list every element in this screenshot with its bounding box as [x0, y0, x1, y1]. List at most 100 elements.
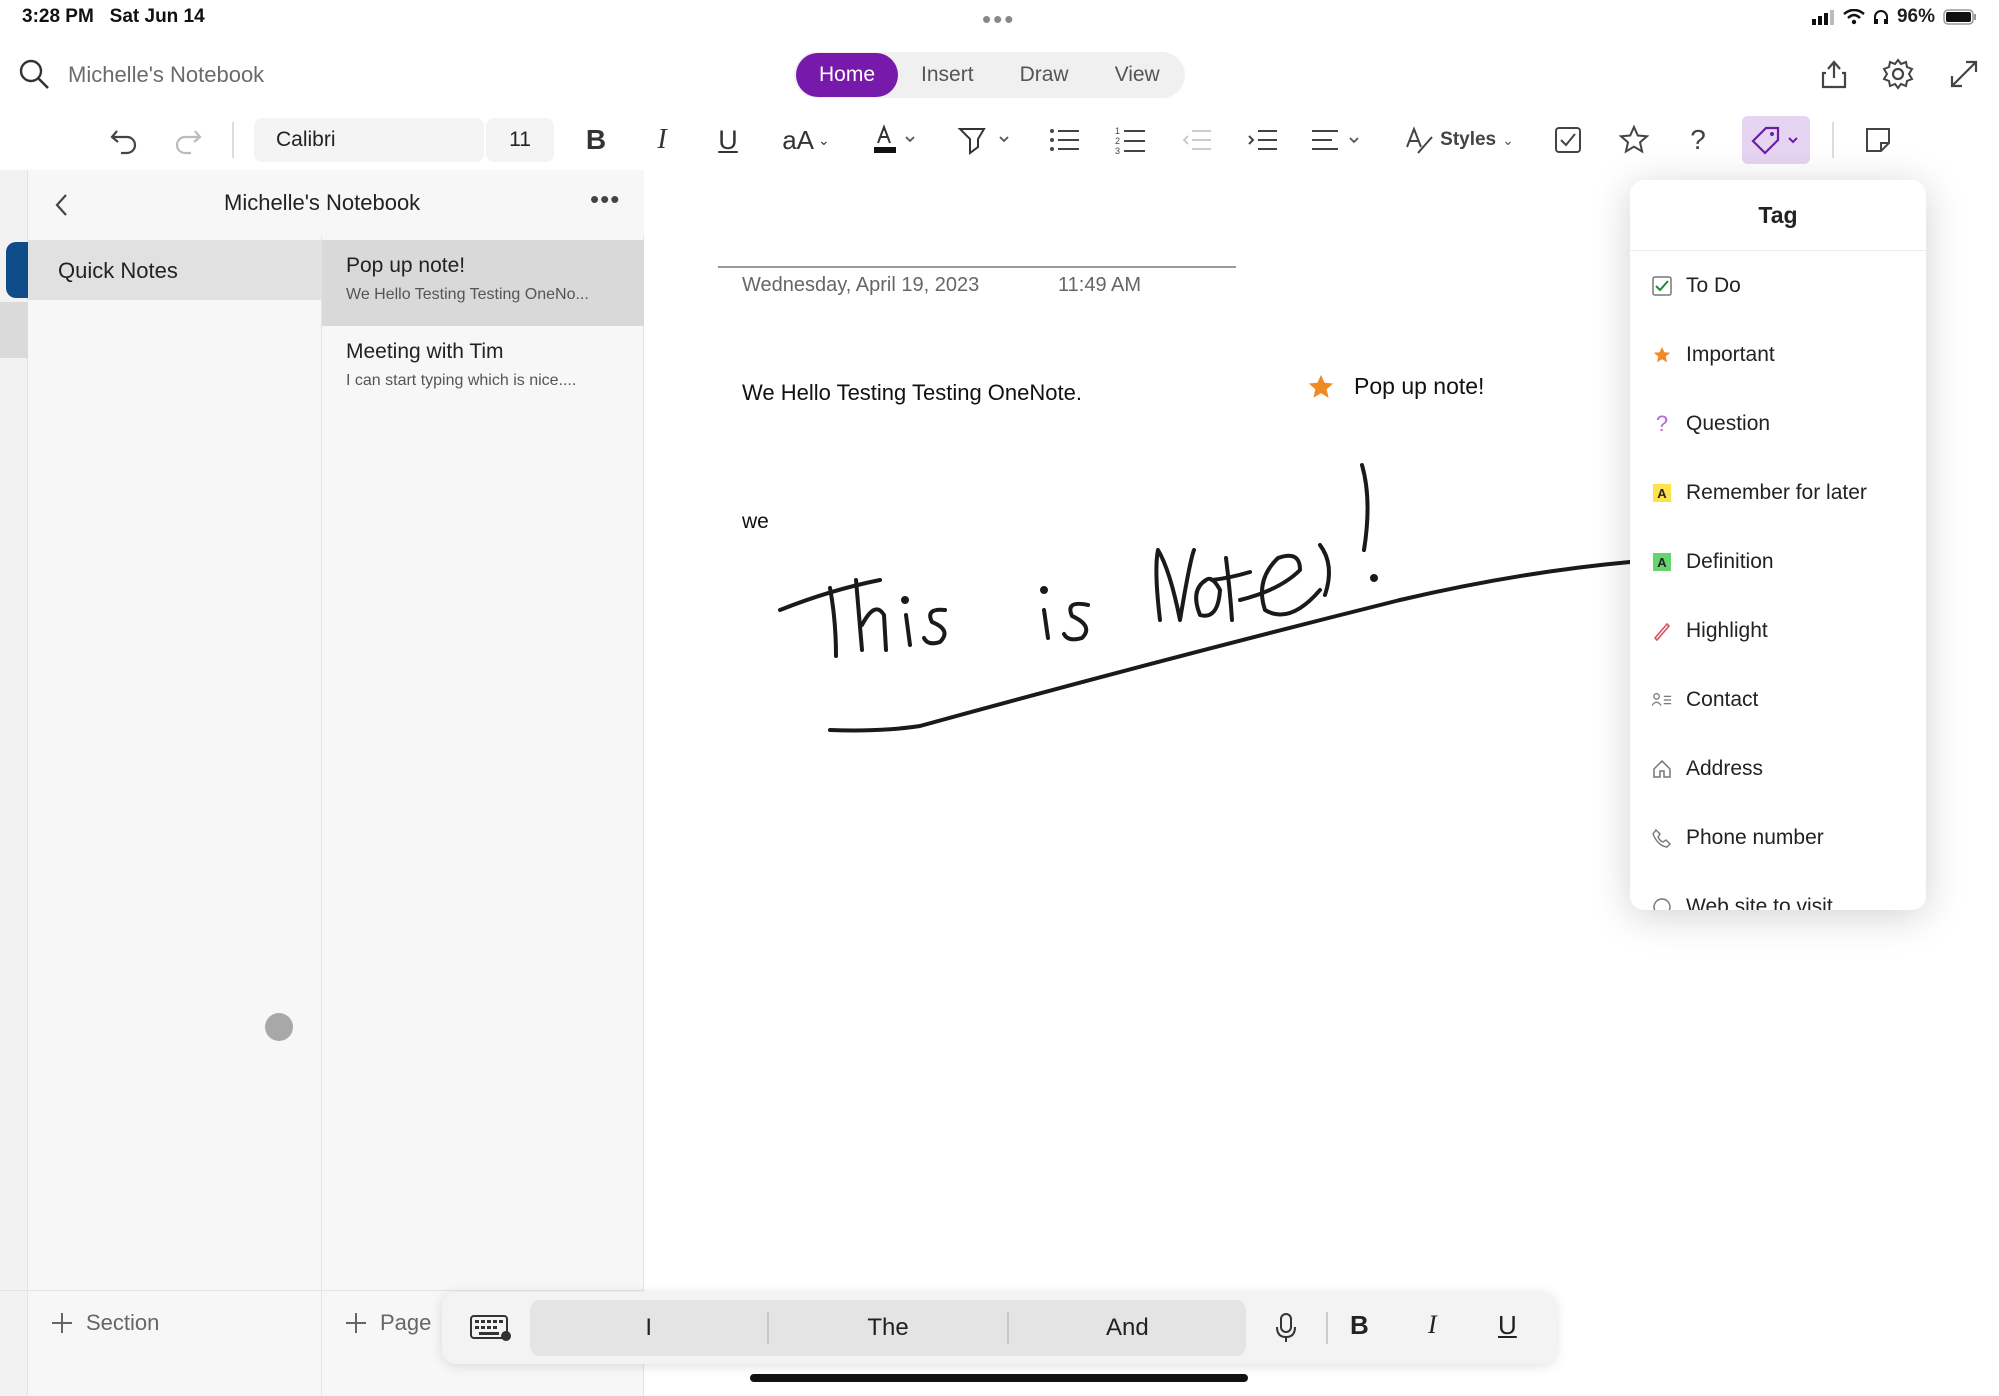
font-color-icon[interactable] — [866, 116, 926, 164]
sticky-note-icon[interactable] — [1858, 116, 1898, 164]
svg-text:1: 1 — [1115, 126, 1120, 136]
wifi-icon — [1843, 9, 1865, 25]
svg-text:2: 2 — [1115, 136, 1120, 146]
ribbon-toolbar: Calibri 11 B I U aA ⌄ 123 Styles ⌄ ? — [0, 110, 1999, 170]
underline-icon[interactable]: U — [710, 116, 746, 164]
tag-item-important[interactable]: Important — [1630, 325, 1926, 385]
tag-dropdown: Tag To Do Important ? Question A Remembe… — [1630, 180, 1926, 910]
font-name-field[interactable]: Calibri — [254, 118, 484, 162]
status-indicators: 96% — [1811, 6, 1977, 28]
tab-insert[interactable]: Insert — [898, 53, 997, 97]
tag-item-highlight[interactable]: Highlight — [1630, 601, 1926, 661]
scroll-handle[interactable] — [265, 1013, 293, 1041]
font-size-case-icon[interactable]: aA ⌄ — [776, 116, 836, 164]
popup-note-text[interactable]: Pop up note! — [1354, 373, 1484, 400]
home-indicator[interactable] — [750, 1374, 1248, 1382]
tag-button[interactable] — [1742, 116, 1810, 164]
tab-home[interactable]: Home — [796, 53, 899, 97]
settings-gear-icon[interactable] — [1882, 58, 1914, 90]
page-item-pop-up-note[interactable]: Pop up note! We Hello Testing Testing On… — [322, 240, 644, 326]
tag-item-label: Definition — [1686, 550, 1774, 573]
status-bar: 3:28 PM Sat Jun 14 ••• 96% — [0, 0, 1999, 36]
tag-title-divider — [1630, 250, 1926, 251]
svg-text:3: 3 — [1115, 146, 1120, 156]
plus-icon — [52, 1313, 72, 1333]
page-item-meeting-with-tim[interactable]: Meeting with Tim I can start typing whic… — [322, 326, 644, 412]
signal-icon — [1811, 10, 1834, 25]
tag-dropdown-title: Tag — [1758, 202, 1798, 228]
page-title: Pop up note! — [346, 254, 466, 277]
add-section-button[interactable]: Section — [50, 1310, 159, 1336]
suggestion-item[interactable]: The — [769, 1312, 1009, 1344]
tab-draw[interactable]: Draw — [997, 53, 1092, 97]
redo-icon[interactable] — [168, 116, 208, 164]
contact-icon — [1652, 689, 1672, 711]
suggestion-item[interactable]: I — [530, 1312, 770, 1344]
tag-item-definition[interactable]: A Definition — [1630, 532, 1926, 592]
multitasking-dots[interactable]: ••• — [982, 4, 1015, 35]
tag-item-address[interactable]: Address — [1630, 739, 1926, 799]
numbered-list-icon[interactable]: 123 — [1110, 116, 1150, 164]
tag-item-phone-number[interactable]: Phone number — [1630, 808, 1926, 868]
styles-button[interactable]: Styles ⌄ — [1400, 116, 1518, 164]
status-time: 3:28 PM Sat Jun 14 — [22, 6, 205, 27]
home-icon — [1652, 758, 1672, 780]
tag-item-contact[interactable]: Contact — [1630, 670, 1926, 730]
note-text-block[interactable]: We Hello Testing Testing OneNote. — [742, 380, 1082, 406]
bold-icon[interactable]: B — [578, 116, 614, 164]
ribbon-tabs: Home Insert Draw View — [794, 52, 1185, 98]
tag-item-label: Question — [1686, 412, 1771, 435]
kbd-bold-button[interactable]: B — [1350, 1310, 1369, 1341]
highlighter-icon[interactable] — [954, 116, 1014, 164]
tab-view[interactable]: View — [1092, 53, 1183, 97]
star-icon[interactable] — [1614, 116, 1654, 164]
section-item-quick-notes[interactable]: Quick Notes — [28, 240, 322, 300]
expand-icon[interactable] — [1948, 58, 1980, 90]
kbd-underline-button[interactable]: U — [1498, 1310, 1517, 1341]
add-page-button[interactable]: Page — [344, 1310, 431, 1336]
star-icon — [1652, 344, 1672, 366]
tag-item-remember-for-later[interactable]: A Remember for later — [1630, 463, 1926, 523]
handwritten-ink-drawing[interactable] — [760, 450, 1640, 750]
microphone-icon[interactable] — [1274, 1312, 1298, 1344]
ribbon-divider — [232, 122, 234, 158]
note-time: 11:49 AM — [1058, 274, 1142, 296]
globe-icon — [1652, 896, 1672, 910]
tag-item-question[interactable]: ? Question — [1630, 394, 1926, 454]
suggestion-item[interactable]: And — [1009, 1312, 1246, 1344]
page-title: Meeting with Tim — [346, 340, 504, 363]
keyboard-shortcut-bar: I The And B I U — [442, 1292, 1556, 1364]
more-options-icon[interactable]: ••• — [590, 184, 620, 215]
add-page-label: Page — [380, 1310, 432, 1335]
share-icon[interactable] — [1818, 58, 1850, 90]
kbd-italic-button[interactable]: I — [1428, 1310, 1437, 1340]
battery-icon — [1943, 9, 1976, 25]
search-icon[interactable] — [18, 58, 50, 90]
styles-icon — [1406, 126, 1433, 154]
indent-icon[interactable] — [1242, 116, 1282, 164]
align-icon[interactable] — [1308, 116, 1368, 164]
keyboard-icon[interactable] — [470, 1314, 512, 1342]
tag-item-label: Web site to visit — [1686, 895, 1833, 910]
kbd-divider — [1326, 1312, 1328, 1344]
yellow-a-icon: A — [1652, 482, 1672, 504]
tag-item-web-site[interactable]: Web site to visit — [1630, 877, 1926, 910]
add-section-label: Section — [86, 1310, 160, 1335]
italic-icon[interactable]: I — [644, 116, 680, 164]
title-underline — [718, 266, 1236, 268]
ribbon-divider — [1832, 122, 1834, 158]
outdent-icon[interactable] — [1176, 116, 1216, 164]
page-snippet: We Hello Testing Testing OneNo... — [346, 286, 589, 303]
font-size-field[interactable]: 11 — [486, 118, 554, 162]
undo-icon[interactable] — [104, 116, 144, 164]
battery-percent: 96% — [1896, 6, 1935, 27]
todo-checkbox-icon[interactable] — [1548, 116, 1588, 164]
chevron-left-icon[interactable] — [52, 192, 72, 218]
search-input[interactable]: Michelle's Notebook — [68, 62, 264, 88]
tag-item-to-do[interactable]: To Do — [1630, 256, 1926, 316]
question-icon[interactable]: ? — [1680, 116, 1716, 164]
section-tab-marker — [0, 302, 28, 358]
bullet-list-icon[interactable] — [1044, 116, 1084, 164]
tag-item-label: Important — [1686, 343, 1775, 366]
sidebar-bottom-divider — [0, 1290, 644, 1291]
